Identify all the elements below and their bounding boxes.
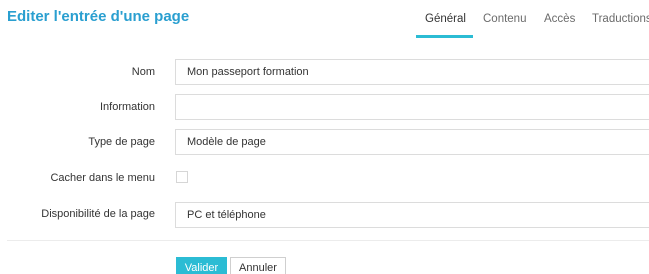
- edit-page-entry-form: Editer l'entrée d'une page Général Conte…: [0, 0, 649, 274]
- tab-access[interactable]: Accès: [544, 13, 575, 25]
- hide-in-menu-label: Cacher dans le menu: [50, 172, 155, 184]
- name-label: Nom: [131, 66, 155, 78]
- name-input[interactable]: Mon passeport formation: [175, 59, 649, 85]
- active-tab-indicator: [416, 35, 473, 38]
- availability-label: Disponibilité de la page: [41, 208, 155, 220]
- cancel-button[interactable]: Annuler: [230, 257, 286, 274]
- information-label: Information: [99, 101, 155, 113]
- availability-select[interactable]: PC et téléphone: [175, 202, 649, 228]
- form-divider: [7, 240, 649, 241]
- tab-bar: Général Contenu Accès Traductions: [0, 0, 649, 40]
- tab-content[interactable]: Contenu: [483, 13, 526, 25]
- submit-button[interactable]: Valider: [176, 257, 227, 274]
- hide-in-menu-checkbox[interactable]: [176, 171, 188, 183]
- page-type-label: Type de page: [88, 136, 155, 148]
- page-type-select[interactable]: Modèle de page: [175, 129, 649, 155]
- tab-translations[interactable]: Traductions: [592, 13, 649, 25]
- information-input[interactable]: [175, 94, 649, 120]
- tab-general[interactable]: Général: [425, 13, 466, 25]
